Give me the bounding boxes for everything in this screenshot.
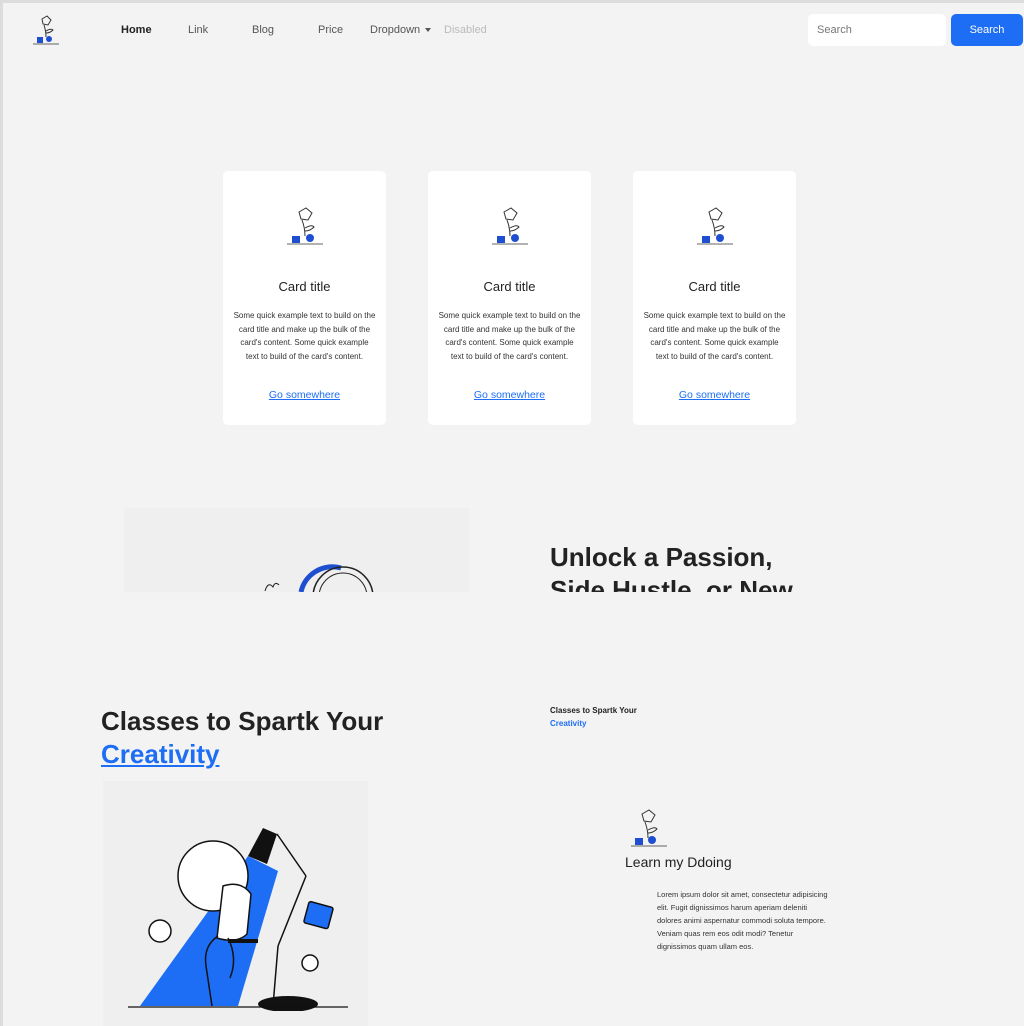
- learn-text: Lorem ipsum dolor sit amet, consectetur …: [657, 890, 828, 951]
- card-title: Card title: [278, 279, 331, 294]
- caret-down-icon: [425, 28, 432, 33]
- card-link[interactable]: Go somewhere: [223, 389, 386, 401]
- nav-home[interactable]: Home: [121, 24, 152, 36]
- hero-heading-line: Side Hustle, or New: [550, 575, 793, 592]
- nav-dropdown[interactable]: Dropdown: [370, 24, 432, 36]
- nav-link[interactable]: Link: [188, 24, 208, 36]
- search-button[interactable]: Search: [951, 14, 1023, 46]
- card: Card title Some quick example text to bu…: [428, 171, 591, 425]
- card: Card title Some quick example text to bu…: [633, 171, 796, 425]
- classes-heading-text: Classes to Spartk Your: [101, 706, 384, 736]
- learn-title: Learn my Ddoing: [625, 854, 732, 870]
- nav-price[interactable]: Price: [318, 24, 343, 36]
- flower-vase-icon: [492, 207, 528, 245]
- card-text: Some quick example text to build on the …: [233, 311, 376, 361]
- page: Home Link Blog Price Dropdown Disabled S…: [3, 3, 1024, 1026]
- hero-illustration: [264, 564, 374, 592]
- navbar: Home Link Blog Price Dropdown Disabled S…: [3, 3, 1024, 55]
- flower-vase-icon[interactable]: [29, 13, 63, 47]
- nav-disabled: Disabled: [444, 24, 487, 36]
- card: Card title Some quick example text to bu…: [223, 171, 386, 425]
- classes-heading: Classes to Spartk Your Creativity: [101, 705, 421, 771]
- mini-heading-highlight: Creativity: [550, 719, 587, 728]
- card-link[interactable]: Go somewhere: [633, 389, 796, 401]
- hero-heading-line: Unlock a Passion,: [550, 542, 773, 572]
- flower-vase-icon: [697, 207, 733, 245]
- hero-heading: Unlock a Passion, Side Hustle, or New: [550, 541, 850, 592]
- card-text: Some quick example text to build on the …: [438, 311, 581, 361]
- mini-heading: Classes to Spartk Your Creativity: [550, 704, 710, 730]
- card-text: Some quick example text to build on the …: [643, 311, 786, 361]
- creativity-link[interactable]: Creativity: [101, 739, 220, 769]
- artist-illustration: [128, 828, 348, 1011]
- card-title: Card title: [483, 279, 536, 294]
- mini-heading-text: Classes to Spartk Your: [550, 706, 637, 715]
- flower-vase-icon: [287, 207, 323, 245]
- nav-blog[interactable]: Blog: [252, 24, 274, 36]
- nav-dropdown-label: Dropdown: [370, 24, 421, 36]
- flower-vase-icon: [631, 809, 667, 847]
- card-link[interactable]: Go somewhere: [428, 389, 591, 401]
- card-title: Card title: [688, 279, 741, 294]
- search-input[interactable]: [808, 14, 946, 46]
